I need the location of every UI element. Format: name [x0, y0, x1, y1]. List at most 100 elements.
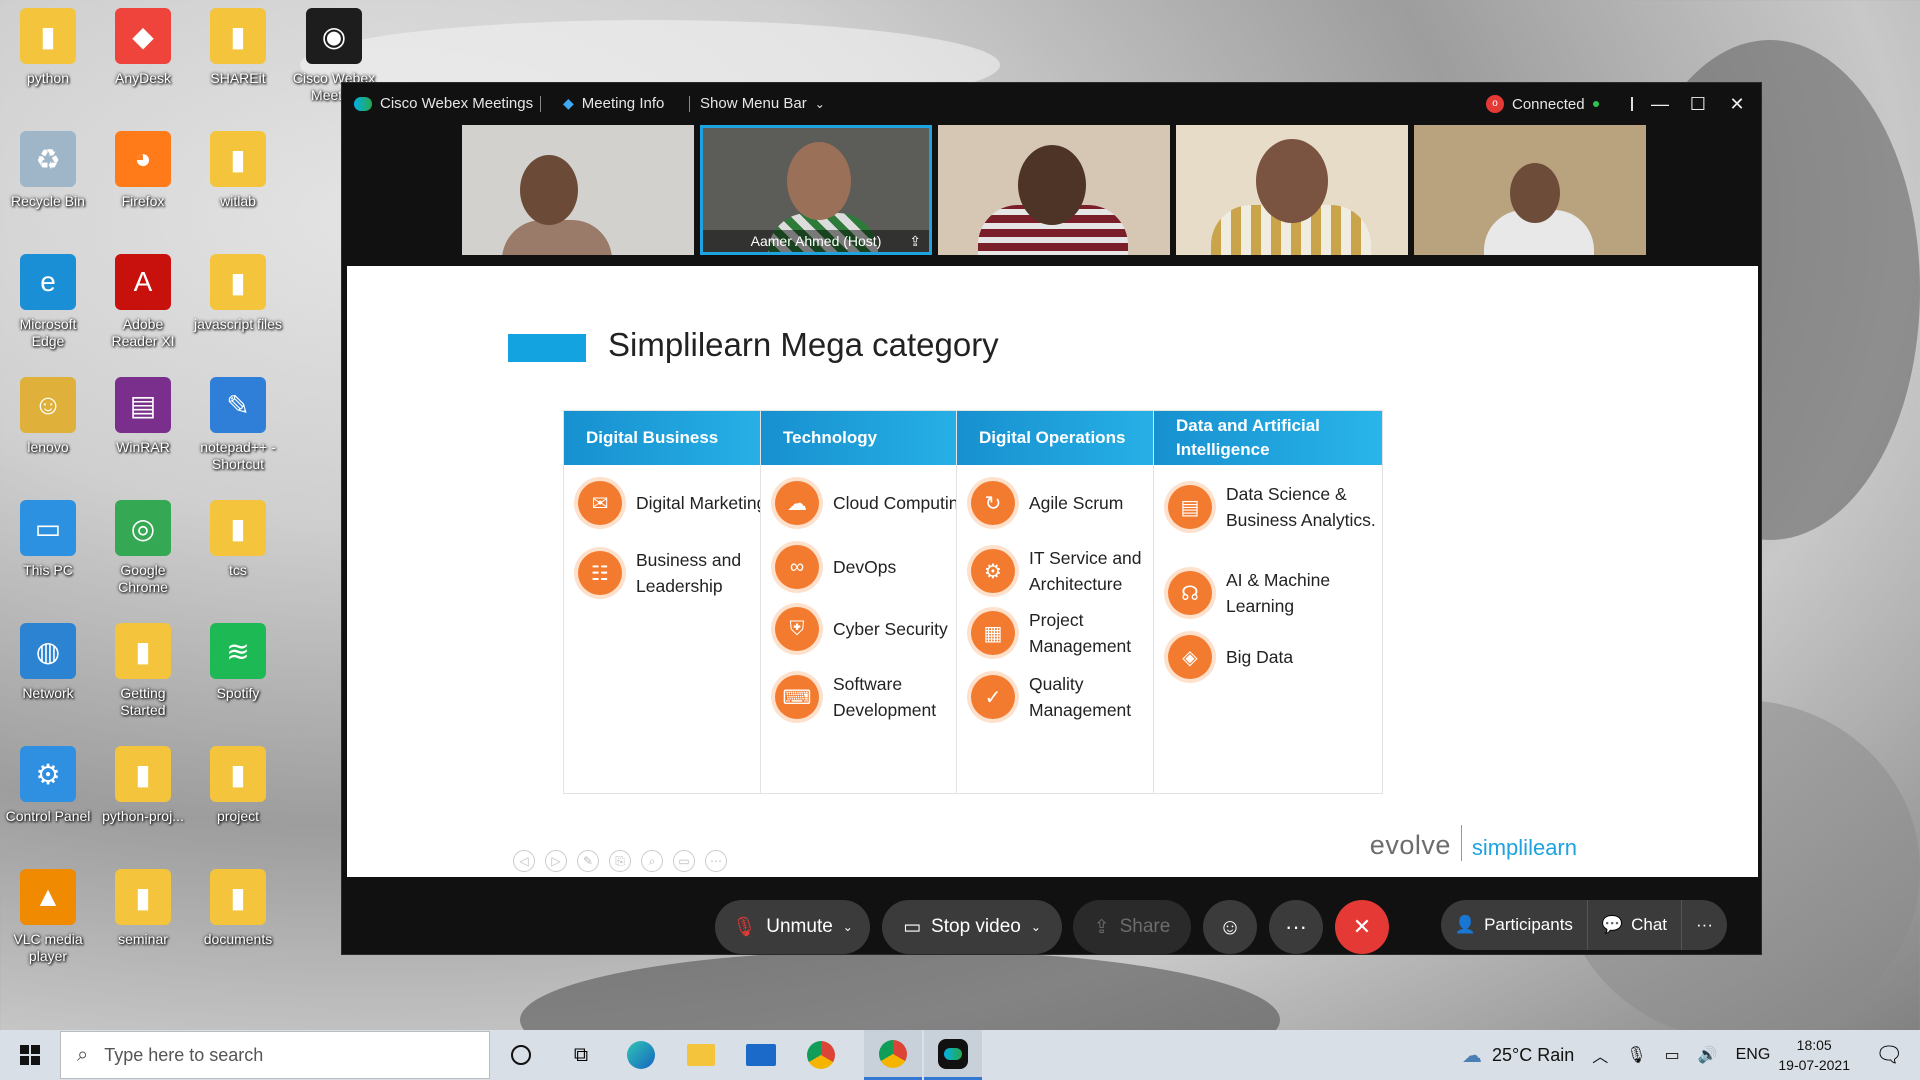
chevron-down-icon: ⌄: [814, 96, 825, 111]
taskbar-file-explorer[interactable]: [672, 1030, 730, 1080]
notepad-icon: ✎: [210, 377, 266, 433]
desktop-icon[interactable]: ▮ project: [194, 746, 282, 825]
taskbar: ⌕ Type here to search ⧉ ☁ 25°C Rain ︿ 🎙 …: [0, 1030, 1920, 1080]
cortana-button[interactable]: [492, 1030, 550, 1080]
share-button[interactable]: ⇪ Share: [1073, 900, 1191, 954]
minimize-button[interactable]: —: [1645, 91, 1675, 117]
category-item-label: AI & Machine Learning: [1226, 570, 1331, 616]
participant-video[interactable]: [1414, 125, 1646, 255]
desktop-icon[interactable]: ◕ Firefox: [99, 131, 187, 210]
category-column: Digital Operations ↻ Agile Scrum ⚙ IT Servic…: [956, 410, 1186, 794]
code-icon: ⌨: [775, 675, 819, 719]
agile-icon: ↻: [971, 481, 1015, 525]
zoom-icon[interactable]: ⌕: [641, 850, 663, 872]
folder-icon: ▮: [210, 8, 266, 64]
end-call-button[interactable]: ✕: [1335, 900, 1389, 954]
notifications-button[interactable]: 🗨: [1860, 1030, 1918, 1080]
unmute-button[interactable]: 🎙 Unmute ⌄: [715, 900, 870, 954]
folder-icon: ▮: [210, 500, 266, 556]
webex-window: Cisco Webex Meetings ◆ Meeting Info Show…: [341, 82, 1762, 955]
desktop-icon[interactable]: ▮ Getting Started: [99, 623, 187, 719]
desktop-icon[interactable]: ▮ documents: [194, 869, 282, 948]
webex-icon: ◉: [306, 8, 362, 64]
desktop-icon[interactable]: e Microsoft Edge: [4, 254, 92, 350]
maximize-button[interactable]: ☐: [1683, 91, 1713, 117]
participant-video[interactable]: [938, 125, 1170, 255]
taskbar-search-box[interactable]: ⌕ Type here to search: [60, 1031, 490, 1079]
desktop-icon[interactable]: ▮ seminar: [99, 869, 187, 948]
participant-video[interactable]: [462, 125, 694, 255]
taskbar-chrome-profile[interactable]: [864, 1030, 922, 1080]
desktop-icon[interactable]: ◆ AnyDesk: [99, 8, 187, 87]
chat-button[interactable]: 💬 Chat: [1588, 900, 1683, 950]
desktop-icon-label: python-proj...: [102, 808, 184, 824]
microphone-icon[interactable]: 🎙: [1626, 1045, 1646, 1065]
language-indicator[interactable]: ENG: [1736, 1046, 1771, 1064]
category-item: ▦ Project Management: [971, 607, 1179, 659]
desktop-icon[interactable]: ▮ witlab: [194, 131, 282, 210]
desktop-icon[interactable]: ▮ javascript files: [194, 254, 282, 333]
edge-icon: e: [20, 254, 76, 310]
participants-label: Participants: [1484, 915, 1573, 934]
chevron-down-icon: ⌄: [1030, 920, 1041, 934]
taskbar-chrome[interactable]: [792, 1030, 850, 1080]
category-item: ☊ AI & Machine Learning: [1168, 567, 1376, 619]
more-options-button[interactable]: ···: [1269, 900, 1323, 954]
big-data-icon: ◈: [1168, 635, 1212, 679]
category-item: ◈ Big Data: [1168, 635, 1376, 679]
desktop-icon[interactable]: ▮ tcs: [194, 500, 282, 579]
clock[interactable]: 18:05 19-07-2021: [1778, 1035, 1850, 1075]
desktop-icon[interactable]: ▭ This PC: [4, 500, 92, 579]
desktop-icon[interactable]: ≋ Spotify: [194, 623, 282, 702]
desktop-icon[interactable]: ▮ python: [4, 8, 92, 87]
shared-screen: Simplilearn Mega category Digital Busine…: [347, 266, 1758, 877]
task-view-button[interactable]: ⧉: [552, 1030, 610, 1080]
desktop-icon[interactable]: ▮ SHAREit: [194, 8, 282, 87]
desktop-icon-label: tcs: [229, 562, 247, 578]
security-icon: ⛨: [775, 607, 819, 651]
forward-icon[interactable]: ▷: [545, 850, 567, 872]
taskbar-mail[interactable]: [732, 1030, 790, 1080]
taskbar-edge[interactable]: [612, 1030, 670, 1080]
category-column: Digital Business ✉ Digital Marketing ☷ Busin…: [563, 410, 793, 794]
caption-icon[interactable]: ▭: [673, 850, 695, 872]
ai-icon: ☊: [1168, 571, 1212, 615]
start-button[interactable]: [0, 1030, 60, 1080]
desktop-icon[interactable]: ▲ VLC media player: [4, 869, 92, 965]
back-icon[interactable]: ◁: [513, 850, 535, 872]
reactions-button[interactable]: ☺: [1203, 900, 1257, 954]
close-window-button[interactable]: ✕: [1722, 91, 1752, 117]
desktop-icon[interactable]: ◍ Network: [4, 623, 92, 702]
webex-icon: [938, 1038, 968, 1069]
host-name: Aamer Ahmed (Host): [750, 233, 882, 249]
participant-video-host[interactable]: Aamer Ahmed (Host) ⇪: [700, 125, 932, 255]
network-icon: ◍: [20, 623, 76, 679]
copy-icon[interactable]: ⎘: [609, 850, 631, 872]
participants-button[interactable]: 👤 Participants: [1441, 900, 1588, 950]
volume-icon[interactable]: 🔊: [1698, 1045, 1718, 1065]
pen-icon[interactable]: ✎: [577, 850, 599, 872]
desktop-icon[interactable]: ◎ Google Chrome: [99, 500, 187, 596]
show-menu-bar-label: Show Menu Bar: [700, 95, 807, 112]
desktop-icon[interactable]: ✎ notepad++ - Shortcut: [194, 377, 282, 473]
desktop-icon[interactable]: ⚙ Control Panel: [4, 746, 92, 825]
taskbar-webex[interactable]: [924, 1030, 982, 1080]
stop-video-button[interactable]: ▭ Stop video ⌄: [882, 900, 1062, 954]
weather-label[interactable]: 25°C Rain: [1492, 1045, 1574, 1066]
more-panels-button[interactable]: ···: [1682, 900, 1727, 950]
desktop-icon[interactable]: ▤ WinRAR: [99, 377, 187, 456]
desktop-icon[interactable]: ▮ python-proj...: [99, 746, 187, 825]
meeting-info-button[interactable]: ◆ Meeting Info: [563, 95, 664, 112]
desktop-icon[interactable]: ♻ Recycle Bin: [4, 131, 92, 210]
desktop-icon[interactable]: A Adobe Reader XI: [99, 254, 187, 350]
cortana-icon: [511, 1045, 531, 1065]
chevron-up-icon[interactable]: ︿: [1592, 1043, 1608, 1067]
evolve-logo: evolve: [1369, 830, 1451, 860]
more-icon[interactable]: ⋯: [705, 850, 727, 872]
folder-icon: ▮: [210, 254, 266, 310]
battery-icon[interactable]: ▭: [1665, 1045, 1680, 1065]
participant-video[interactable]: [1176, 125, 1408, 255]
show-menu-bar-button[interactable]: Show Menu Bar ⌄: [700, 95, 825, 112]
category-column: Data and Artificial Intelligence ▤ Data Sc…: [1153, 410, 1383, 794]
desktop-icon[interactable]: ☺ lenovo: [4, 377, 92, 456]
